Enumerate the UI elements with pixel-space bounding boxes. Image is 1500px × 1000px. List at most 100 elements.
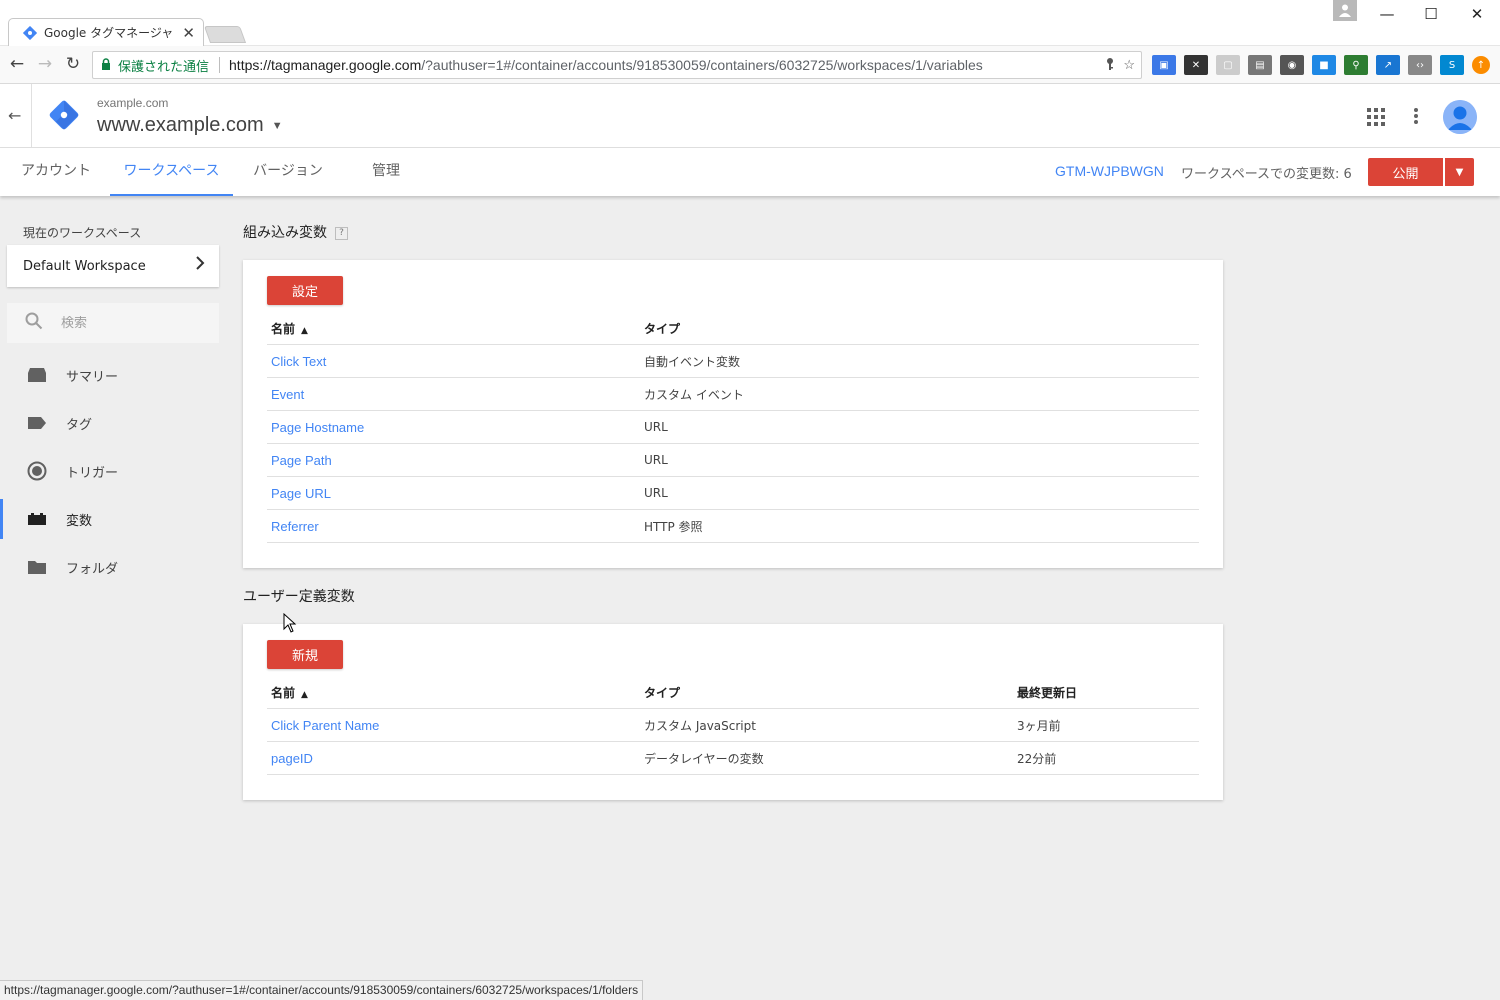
- profile-icon[interactable]: [1333, 0, 1357, 21]
- back-icon[interactable]: ←: [7, 54, 27, 74]
- maximize-icon[interactable]: ☐: [1409, 0, 1453, 28]
- reload-icon[interactable]: ↻: [63, 54, 83, 74]
- extension-5-icon[interactable]: ◉: [1280, 55, 1304, 75]
- more-vert-icon[interactable]: [1412, 106, 1420, 130]
- variable-type: 自動イベント変数: [644, 354, 741, 369]
- variable-link[interactable]: Page Hostname: [271, 420, 364, 435]
- apps-grid-icon[interactable]: [1367, 108, 1385, 130]
- tab-close-icon[interactable]: ✕: [182, 24, 195, 42]
- help-icon[interactable]: ?: [335, 226, 348, 240]
- tab-workspace[interactable]: ワークスペース: [110, 148, 233, 196]
- name-column-header[interactable]: 名前 ▲: [267, 684, 640, 701]
- table-row: Page URL URL: [267, 477, 1199, 510]
- back-arrow-icon[interactable]: ←: [8, 106, 21, 125]
- userdefined-section-title: ユーザー定義変数: [243, 586, 355, 606]
- variable-type: URL: [644, 420, 668, 434]
- container-selector[interactable]: www.example.com ▼: [97, 114, 283, 137]
- workspace-changes: ワークスペースでの変更数: 6: [1181, 167, 1352, 182]
- variable-link[interactable]: Click Parent Name: [271, 718, 379, 733]
- configure-button[interactable]: 設定: [267, 276, 343, 305]
- extension-9-icon[interactable]: ‹›: [1408, 55, 1432, 75]
- container-id-link[interactable]: GTM-WJPBWGN: [1055, 163, 1164, 179]
- extension-7-icon[interactable]: ⚲: [1344, 55, 1368, 75]
- type-column-header: タイプ: [644, 321, 681, 336]
- extension-toolbar: ▣ ✕ ▢ ▤ ◉ ■ ⚲ ↗ ‹› S ↑: [1152, 55, 1490, 75]
- search-input[interactable]: [61, 315, 201, 331]
- workspace-selector[interactable]: Default Workspace: [7, 245, 219, 287]
- user-avatar[interactable]: [1443, 100, 1477, 134]
- current-workspace-label: 現在のワークスペース: [23, 226, 142, 240]
- extension-6-icon[interactable]: ■: [1312, 55, 1336, 75]
- dropdown-caret-icon: ▼: [271, 119, 283, 132]
- builtin-variables-table: 名前 ▲ タイプ Click Text 自動イベント変数 Event カスタム イ…: [267, 312, 1199, 543]
- name-column-header[interactable]: 名前 ▲: [267, 320, 640, 337]
- extension-11-icon[interactable]: ↑: [1472, 56, 1490, 74]
- new-tab-button[interactable]: [203, 26, 247, 43]
- userdefined-variables-card: 新規 名前 ▲ タイプ 最終更新日 Click Parent Name カスタム …: [243, 624, 1223, 800]
- extension-4-icon[interactable]: ▤: [1248, 55, 1272, 75]
- key-icon[interactable]: [1105, 57, 1115, 74]
- extension-3-icon[interactable]: ▢: [1216, 55, 1240, 75]
- variable-icon: [26, 508, 48, 530]
- mouse-cursor-icon: [283, 612, 297, 637]
- type-column-header: タイプ: [644, 685, 681, 700]
- builtin-title: 組み込み変数: [243, 225, 327, 241]
- sidebar-item-summary[interactable]: サマリー: [0, 355, 226, 395]
- sidebar-item-tags[interactable]: タグ: [0, 403, 226, 443]
- table-row: Page Path URL: [267, 444, 1199, 477]
- publish-dropdown-icon[interactable]: ▼: [1445, 158, 1474, 186]
- sidebar-item-folders[interactable]: フォルダ: [0, 547, 226, 587]
- sidebar-item-label: タグ: [66, 417, 93, 433]
- status-bar-url: https://tagmanager.google.com/?authuser=…: [0, 980, 644, 1000]
- variable-link[interactable]: Page Path: [271, 453, 332, 468]
- variable-type: HTTP 参照: [644, 519, 703, 534]
- new-variable-button[interactable]: 新規: [267, 640, 343, 669]
- builtin-section-title: 組み込み変数 ?: [243, 222, 348, 242]
- minimize-icon[interactable]: —: [1365, 0, 1409, 28]
- container-name: www.example.com: [97, 114, 264, 136]
- userdefined-variables-table: 名前 ▲ タイプ 最終更新日 Click Parent Name カスタム Jav…: [267, 676, 1199, 775]
- updated-column-header: 最終更新日: [1017, 685, 1078, 700]
- account-name: example.com: [97, 96, 169, 110]
- publish-button[interactable]: 公開: [1368, 158, 1443, 186]
- forward-icon[interactable]: →: [35, 54, 55, 74]
- extension-8-icon[interactable]: ↗: [1376, 55, 1400, 75]
- bookmark-star-icon[interactable]: ☆: [1123, 57, 1135, 74]
- url-field[interactable]: 保護された通信 https://tagmanager.google.com/?a…: [92, 51, 1142, 79]
- extension-10-icon[interactable]: S: [1440, 55, 1464, 75]
- app-header: ← example.com www.example.com ▼: [0, 84, 1500, 148]
- tab-title: Google タグマネージャ: [44, 26, 174, 40]
- table-header: 名前 ▲ タイプ 最終更新日: [267, 676, 1199, 709]
- sort-asc-icon: ▲: [301, 325, 308, 336]
- tab-account[interactable]: アカウント: [10, 148, 102, 196]
- gtm-favicon-icon: [22, 25, 38, 40]
- sidebar-item-label: 変数: [66, 513, 93, 529]
- sort-asc-icon: ▲: [301, 689, 308, 700]
- table-row: Page Hostname URL: [267, 411, 1199, 444]
- tab-admin[interactable]: 管理: [357, 148, 415, 196]
- browser-tab[interactable]: Google タグマネージャ ✕: [8, 18, 204, 46]
- address-bar: ← → ↻ 保護された通信 https://tagmanager.google.…: [0, 46, 1500, 84]
- extension-1-icon[interactable]: ▣: [1152, 55, 1176, 75]
- sidebar-search: [7, 303, 219, 343]
- secure-label: 保護された通信: [118, 58, 210, 74]
- sidebar-item-variables[interactable]: 変数: [0, 499, 226, 539]
- variable-type: URL: [644, 486, 668, 500]
- url-host: https://tagmanager.google.com: [229, 57, 422, 73]
- variable-link[interactable]: Page URL: [271, 486, 331, 501]
- window-close-icon[interactable]: ✕: [1455, 0, 1499, 28]
- workspace-name: Default Workspace: [23, 258, 146, 274]
- browser-tabstrip: Google タグマネージャ ✕ — ☐ ✕: [0, 0, 1500, 46]
- variable-type: カスタム イベント: [644, 387, 744, 402]
- table-row: pageID データレイヤーの変数 22分前: [267, 742, 1199, 775]
- table-row: Click Text 自動イベント変数: [267, 345, 1199, 378]
- userdefined-title: ユーザー定義変数: [243, 589, 355, 605]
- sidebar-item-label: トリガー: [66, 465, 119, 481]
- variable-link[interactable]: Referrer: [271, 519, 319, 534]
- sidebar-item-triggers[interactable]: トリガー: [0, 451, 226, 491]
- variable-link[interactable]: pageID: [271, 751, 313, 766]
- tab-versions[interactable]: バージョン: [244, 148, 332, 196]
- extension-2-icon[interactable]: ✕: [1184, 55, 1208, 75]
- variable-link[interactable]: Click Text: [271, 354, 326, 369]
- variable-link[interactable]: Event: [271, 387, 304, 402]
